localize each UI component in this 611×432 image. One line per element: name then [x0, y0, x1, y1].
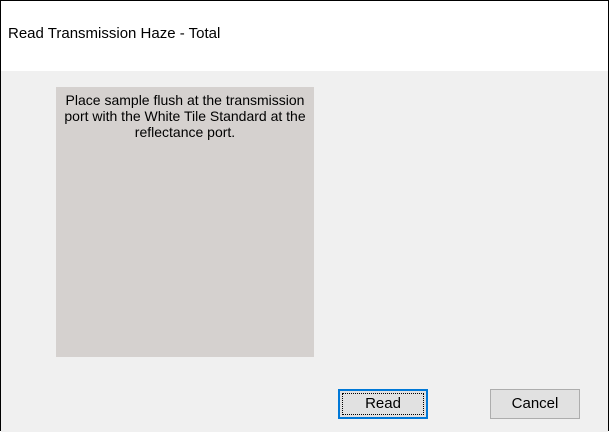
dialog-content: Place sample flush at the transmission p…: [9, 71, 606, 369]
title-bar: Read Transmission Haze - Total: [1, 1, 608, 71]
cancel-button-label: Cancel: [511, 395, 559, 412]
cancel-button[interactable]: Cancel: [490, 389, 580, 419]
instruction-panel: Place sample flush at the transmission p…: [56, 87, 314, 357]
read-button[interactable]: Read: [338, 389, 428, 419]
read-button-label: Read: [365, 395, 401, 412]
instruction-text: Place sample flush at the transmission p…: [64, 92, 306, 140]
dialog-window: Read Transmission Haze - Total Place sam…: [0, 0, 609, 432]
button-bar: Read Cancel: [1, 371, 608, 432]
window-title: Read Transmission Haze - Total: [8, 25, 221, 42]
